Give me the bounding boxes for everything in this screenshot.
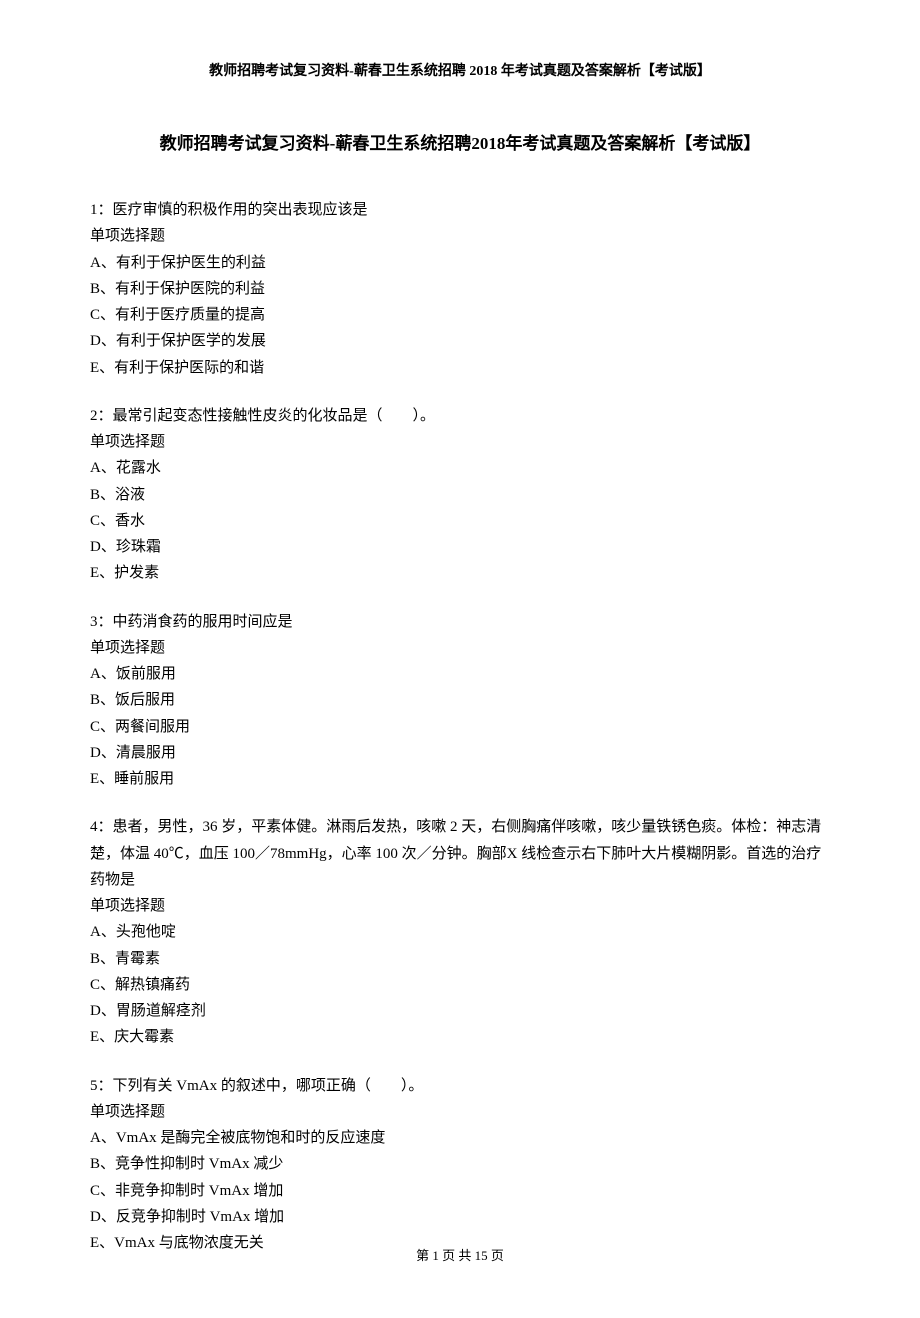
- option-d: D、反竞争抑制时 VmAx 增加: [90, 1204, 830, 1230]
- option-b: B、饭后服用: [90, 687, 830, 713]
- option-c: C、两餐间服用: [90, 714, 830, 740]
- question-type: 单项选择题: [90, 635, 830, 661]
- option-d: D、清晨服用: [90, 740, 830, 766]
- option-d: D、有利于保护医学的发展: [90, 328, 830, 354]
- question-type: 单项选择题: [90, 429, 830, 455]
- question-4: 4：患者，男性，36 岁，平素体健。淋雨后发热，咳嗽 2 天，右侧胸痛伴咳嗽，咳…: [90, 814, 830, 1050]
- option-c: C、有利于医疗质量的提高: [90, 302, 830, 328]
- question-type: 单项选择题: [90, 893, 830, 919]
- option-c: C、香水: [90, 508, 830, 534]
- option-e: E、睡前服用: [90, 766, 830, 792]
- option-a: A、VmAx 是酶完全被底物饱和时的反应速度: [90, 1125, 830, 1151]
- question-2: 2：最常引起变态性接触性皮炎的化妆品是（ ）。 单项选择题 A、花露水 B、浴液…: [90, 403, 830, 587]
- question-stem: 3：中药消食药的服用时间应是: [90, 609, 830, 635]
- question-1: 1：医疗审慎的积极作用的突出表现应该是 单项选择题 A、有利于保护医生的利益 B…: [90, 197, 830, 381]
- question-stem: 4：患者，男性，36 岁，平素体健。淋雨后发热，咳嗽 2 天，右侧胸痛伴咳嗽，咳…: [90, 814, 830, 893]
- option-a: A、有利于保护医生的利益: [90, 250, 830, 276]
- option-a: A、头孢他啶: [90, 919, 830, 945]
- page-footer: 第 1 页 共 15 页: [0, 1245, 920, 1264]
- question-stem: 1：医疗审慎的积极作用的突出表现应该是: [90, 197, 830, 223]
- option-e: E、庆大霉素: [90, 1024, 830, 1050]
- option-d: D、胃肠道解痉剂: [90, 998, 830, 1024]
- document-title: 教师招聘考试复习资料-蕲春卫生系统招聘2018年考试真题及答案解析【考试版】: [90, 130, 830, 157]
- option-a: A、花露水: [90, 455, 830, 481]
- question-type: 单项选择题: [90, 223, 830, 249]
- option-c: C、非竞争抑制时 VmAx 增加: [90, 1178, 830, 1204]
- question-stem: 5：下列有关 VmAx 的叙述中，哪项正确（ ）。: [90, 1073, 830, 1099]
- option-c: C、解热镇痛药: [90, 972, 830, 998]
- option-b: B、有利于保护医院的利益: [90, 276, 830, 302]
- question-5: 5：下列有关 VmAx 的叙述中，哪项正确（ ）。 单项选择题 A、VmAx 是…: [90, 1073, 830, 1257]
- option-b: B、竞争性抑制时 VmAx 减少: [90, 1151, 830, 1177]
- option-e: E、护发素: [90, 560, 830, 586]
- option-d: D、珍珠霜: [90, 534, 830, 560]
- option-a: A、饭前服用: [90, 661, 830, 687]
- option-b: B、浴液: [90, 482, 830, 508]
- question-stem: 2：最常引起变态性接触性皮炎的化妆品是（ ）。: [90, 403, 830, 429]
- option-b: B、青霉素: [90, 946, 830, 972]
- page-header: 教师招聘考试复习资料-蕲春卫生系统招聘 2018 年考试真题及答案解析【考试版】: [90, 60, 830, 80]
- option-e: E、有利于保护医际的和谐: [90, 355, 830, 381]
- question-type: 单项选择题: [90, 1099, 830, 1125]
- question-3: 3：中药消食药的服用时间应是 单项选择题 A、饭前服用 B、饭后服用 C、两餐间…: [90, 609, 830, 793]
